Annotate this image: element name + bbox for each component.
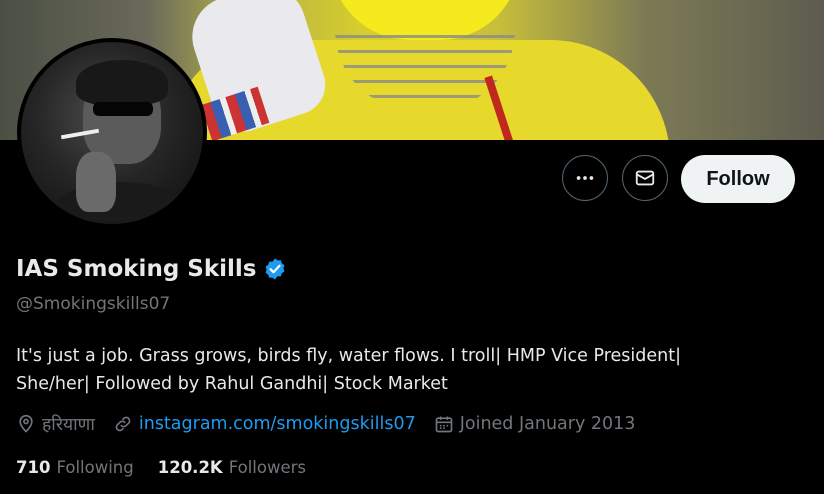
avatar-hand [76,152,116,212]
bio-line: She/her| Followed by Rahul Gandhi| Stock… [16,374,448,394]
following-count: 710 [16,458,51,477]
bio-line: It's just a job. Grass grows, birds fly,… [16,346,681,366]
message-icon [635,170,655,186]
follow-stats: 710 Following 120.2K Followers [16,458,330,477]
display-name: IAS Smoking Skills [16,256,257,282]
location-text: हरियाणा [42,415,95,435]
followers-count: 120.2K [157,458,223,477]
name-row: IAS Smoking Skills [16,256,287,282]
avatar-body [51,182,191,224]
avatar-glasses [93,102,153,116]
following-stat[interactable]: 710 Following [16,458,134,477]
handle: @Smokingskills07 [16,294,171,314]
website[interactable]: instagram.com/smokingskills07 [113,414,416,434]
message-button[interactable] [622,155,668,201]
location: हरियाणा [16,412,95,436]
followers-stat[interactable]: 120.2K Followers [158,458,306,477]
verified-badge-icon[interactable] [263,257,287,281]
website-link[interactable]: instagram.com/smokingskills07 [139,414,416,434]
more-button[interactable] [562,155,608,201]
more-icon [576,176,594,180]
joined-text: Joined January 2013 [459,414,636,434]
link-icon [115,416,131,432]
profile-meta: हरियाणा instagram.com/smokingskills07 Jo… [16,412,653,436]
avatar-hair [76,60,168,105]
calendar-icon [435,416,453,433]
avatar[interactable] [17,38,207,228]
bio: It's just a job. Grass grows, birds fly,… [16,342,776,398]
followers-label: Followers [228,458,307,477]
location-pin-icon [19,414,33,433]
follow-button[interactable]: Follow [681,155,795,203]
joined-date: Joined January 2013 [434,414,636,434]
following-label: Following [56,458,134,477]
